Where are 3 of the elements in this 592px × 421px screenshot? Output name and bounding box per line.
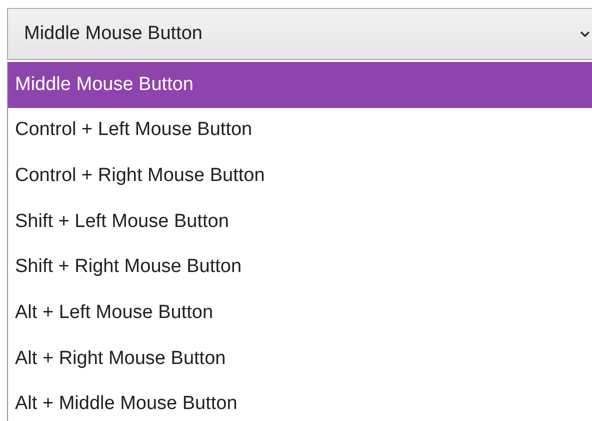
dropdown-option[interactable]: Middle Mouse Button <box>8 62 592 108</box>
chevron-down-icon <box>580 30 590 38</box>
dropdown-select[interactable]: Middle Mouse Button <box>7 8 592 60</box>
